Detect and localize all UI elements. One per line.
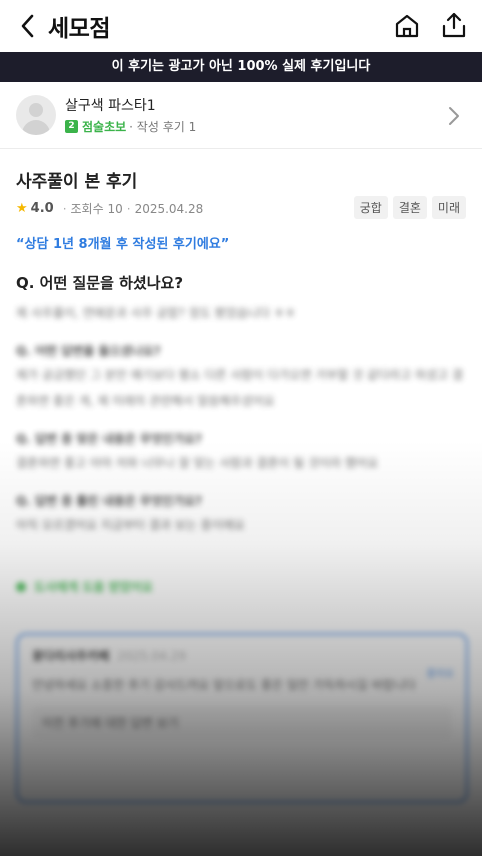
banner-highlight: 100% 실제 후기입니다 bbox=[237, 59, 371, 74]
reply-header: 꽃다리사주카페 2025.04.29 bbox=[32, 647, 452, 664]
reply-inner-box: 이전 후기에 대한 답변 보기 bbox=[32, 706, 452, 739]
blurred-review-content: 제 사주풀이, 연애운과 사주 궁합? 정도 봤었습니다 ㅎㅎ Q. 어떤 답변… bbox=[16, 300, 468, 803]
avatar-body-shape bbox=[22, 120, 50, 135]
chevron-right-icon bbox=[444, 104, 464, 128]
banner-text: 이 후기는 광고가 아닌 bbox=[111, 59, 238, 74]
question-heading: Q. 답변 중 맞은 내용은 무엇인가요? bbox=[16, 432, 203, 446]
counselor-reply-card: 꽃다리사주카페 2025.04.29 안녕하세요 소중한 후기 감사드려요 앞으로… bbox=[16, 633, 468, 803]
view-count: 조회수 10 bbox=[70, 202, 123, 216]
question-heading: Q. 어떤 질문을 하셨나요? bbox=[16, 274, 184, 292]
reply-text: 안녕하세요 소중한 후기 감사드려요 앞으로도 좋은 일만 가득하시길 바랍니다 bbox=[32, 678, 416, 692]
author-profile-row[interactable]: 살구색 파스타1 2 점술초보 · 작성 후기 1 bbox=[0, 82, 482, 149]
counselor-name: 꽃다리사주카페 bbox=[32, 649, 110, 663]
authenticity-banner: 이 후기는 광고가 아닌 100% 실제 후기입니다 bbox=[0, 52, 482, 82]
answer-text: 결혼하면 좋고 아마 저와 너무나 잘 맞는 사람과 결혼이 될 것이라 했어요 bbox=[16, 456, 379, 470]
chevron-left-icon bbox=[21, 14, 34, 38]
tag-item: 궁합 bbox=[353, 196, 388, 219]
question-heading: Q. 답변 중 틀린 내용은 무엇인가요? bbox=[16, 494, 203, 508]
like-button: 좋아요 bbox=[426, 669, 454, 680]
review-stats: ★ 4.0 · 조회수 10 · 2025.04.28 bbox=[16, 200, 203, 217]
rating-value: 4.0 bbox=[30, 201, 54, 216]
level-name: 점술초보 bbox=[82, 120, 127, 134]
reply-date: 2025.04.29 bbox=[117, 649, 186, 663]
author-name: 살구색 파스타1 bbox=[65, 98, 156, 114]
helpful-note-text: 도사에게 도움 받았어요 bbox=[34, 580, 153, 594]
review-date: 2025.04.28 bbox=[134, 201, 204, 216]
avatar bbox=[16, 95, 56, 135]
helpful-note: 도사에게 도움 받았어요 bbox=[16, 578, 468, 595]
home-button[interactable] bbox=[393, 12, 421, 40]
app-title: 세모점 bbox=[48, 16, 110, 42]
review-count: · 작성 후기 1 bbox=[129, 120, 197, 134]
app-header: 세모점 bbox=[0, 0, 482, 52]
review-title: 사주풀이 본 후기 bbox=[16, 172, 138, 192]
tag-list: 궁합 결혼 미래 bbox=[353, 196, 466, 219]
star-icon: ★ bbox=[16, 201, 28, 216]
share-button[interactable] bbox=[440, 11, 468, 39]
answer-text: 제 사주풀이, 연애운과 사주 궁합? 정도 봤었습니다 ㅎㅎ bbox=[16, 306, 296, 320]
level-badge: 2 bbox=[65, 120, 78, 133]
tag-item: 미래 bbox=[431, 196, 466, 219]
green-dot-icon bbox=[16, 581, 26, 592]
separator-dot: · bbox=[62, 201, 67, 216]
answer-text: 제가 궁금했던 그 분만 얘기보다 평소 다른 사람이 다가오면 거부할 것 같… bbox=[16, 368, 464, 408]
home-icon bbox=[395, 14, 419, 38]
author-meta: 2 점술초보 · 작성 후기 1 bbox=[65, 118, 196, 135]
avatar-head-shape bbox=[29, 103, 43, 117]
back-button[interactable] bbox=[14, 11, 44, 41]
share-icon bbox=[442, 12, 466, 38]
question-heading: Q. 어떤 답변을 들으셨나요? bbox=[16, 344, 161, 358]
answer-text: 아직 모르겠어요 지금부터 결과 보는 중이에요 bbox=[16, 518, 245, 532]
tag-item: 결혼 bbox=[392, 196, 427, 219]
review-quote: “상담 1년 8개월 후 작성된 후기에요” bbox=[16, 237, 230, 252]
separator-dot: · bbox=[126, 201, 131, 216]
